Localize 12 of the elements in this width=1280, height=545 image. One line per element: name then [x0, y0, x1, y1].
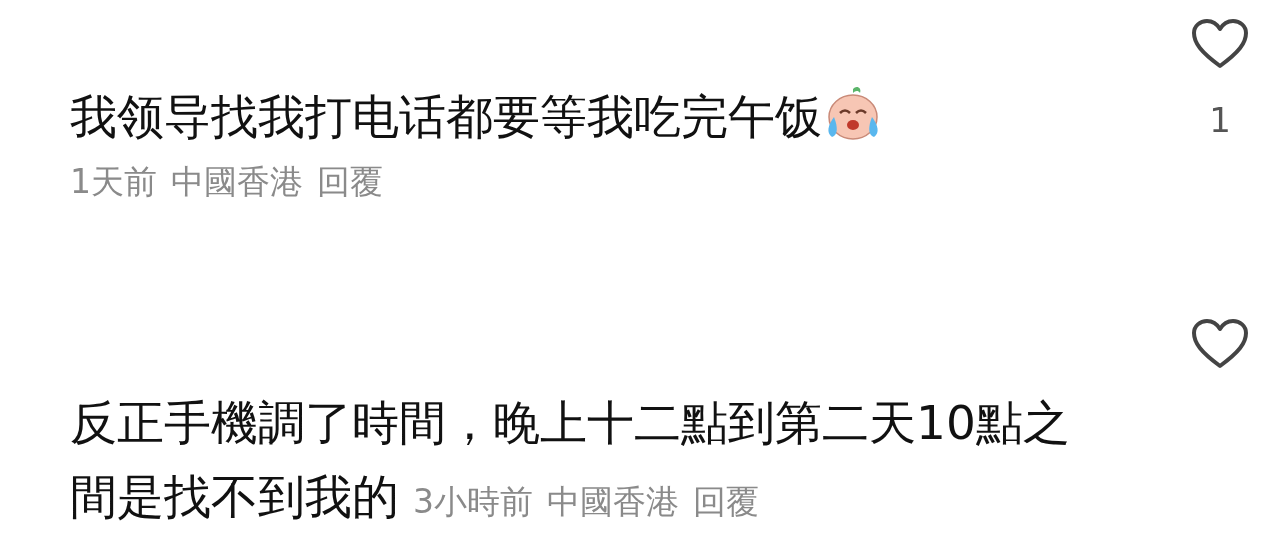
comment-location: 中國香港 — [171, 162, 303, 201]
comment-text: 我领导找我打电话都要等我吃完午饭 — [70, 89, 822, 144]
heart-icon[interactable] — [1191, 18, 1249, 70]
like-count: 1 — [1209, 100, 1231, 140]
reply-link[interactable]: 回覆 — [317, 162, 383, 201]
comment-time: 1天前 — [70, 162, 157, 201]
reply-link[interactable]: 回覆 — [693, 482, 759, 521]
comment-location: 中國香港 — [547, 482, 679, 521]
comment-text: 間是找不到我的 — [70, 469, 399, 524]
comment-time: 3小時前 — [413, 482, 533, 521]
comment-text: 反正手機調了時間，晚上十二點到第二天10點之 — [70, 395, 1070, 450]
heart-icon[interactable] — [1191, 318, 1249, 370]
